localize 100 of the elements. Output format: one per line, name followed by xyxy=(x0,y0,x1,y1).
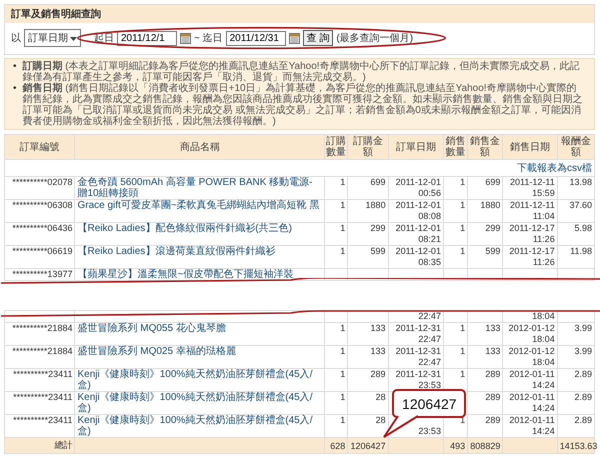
end-date-label: ~ 迄日 xyxy=(194,32,223,45)
order-number: **********21884 xyxy=(12,346,72,356)
sales-date: 2011-12-11 11:04 xyxy=(510,200,555,221)
order-number: **********23411 xyxy=(13,369,72,379)
sales-date: 2011-12-17 11:26 xyxy=(509,246,555,267)
bullet: • xyxy=(13,61,17,74)
commission-amount: 3.99 xyxy=(574,346,592,356)
sales-date: 18:04 xyxy=(532,311,555,321)
column-header: 報酬金額 xyxy=(557,134,594,160)
order-amount: 28 xyxy=(376,392,386,402)
query-hint: (最多查詢一個月) xyxy=(336,32,414,45)
sales-amount: 289 xyxy=(485,392,500,402)
order-date: 2011-12-31 22:47 xyxy=(396,346,441,367)
order-amount: 289 xyxy=(370,369,386,379)
sales-quantity: 1 xyxy=(460,346,466,356)
order-amount: 28 xyxy=(376,415,386,425)
column-header: 商品名稱 xyxy=(74,134,325,160)
note-text: 訂購日期 (本表之訂單明細記錄為客戶從您的推薦訊息連結至Yahoo!奇摩購物中心所下的訂單記錄，但尚未實際完成交易，此記錄僅為有訂單產生之參考，訂單可能因客戶「取消、退貨」而無法完成交易。) xyxy=(22,61,581,83)
order-date: 2011-12-31 22:47 xyxy=(396,323,441,344)
commission-amount: 2.89 xyxy=(574,369,592,379)
end-date-field[interactable]: 2011/12/31 xyxy=(226,30,286,46)
order-amount: 133 xyxy=(370,323,386,333)
order-quantity: 1 xyxy=(340,200,346,210)
order-date: 2011-12-31 23:53 xyxy=(396,369,441,390)
order-date: 22:47 xyxy=(418,311,441,321)
sales-amount: 289 xyxy=(485,415,500,425)
total-label: 總計 xyxy=(54,440,72,450)
sales-quantity: 1 xyxy=(460,200,466,210)
order-date: 2011-12-01 08:35 xyxy=(396,246,441,267)
start-date-field[interactable]: 2011/12/1 xyxy=(117,30,177,46)
column-header: 訂單編號 xyxy=(4,134,75,160)
order-quantity: 1 xyxy=(340,346,346,356)
sales-date: 2012-01-12 18:04 xyxy=(508,346,555,367)
order-quantity: 1 xyxy=(340,415,346,425)
total-order-amount: 1206427 xyxy=(350,440,386,450)
sales-date: 2012-01-12 18:04 xyxy=(508,323,555,344)
total-order-quantity: 628 xyxy=(330,440,346,450)
commission-amount: 5.98 xyxy=(574,223,592,233)
order-quantity: 1 xyxy=(340,246,346,256)
order-number: **********06436 xyxy=(12,223,72,233)
note-text: 銷售日期 (銷售日期記錄以「消費者收到發票日+10日」為計算基礎，為客戶從您的推薦訊息連結至Yahoo!奇摩購物中心實際的銷售紀錄，此為實際成交之銷售記錄，報酬為您因該商品推薦成功後實際可獲得之金額。如未顯示銷售數量、銷售金額與日期之訂單可能為「已取消訂單或退貨而尚未完成交易 或無法完成交易」之訂單；若銷售金額為0或未顯示報酬金額之訂單，可能因消費者使用購物金或福利金全額折抵，因此無法獲得報酬。) xyxy=(22,83,584,127)
order-amount: 299 xyxy=(370,223,386,233)
order-number: **********23411 xyxy=(13,415,72,425)
sales-amount: 133 xyxy=(485,323,500,333)
sales-date: 2012-01-11 14:24 xyxy=(509,392,555,413)
total-commission-amount: 14153.63 xyxy=(560,440,598,450)
date-type-select[interactable]: 訂單日期 xyxy=(24,29,81,47)
sales-quantity: 1 xyxy=(460,369,466,379)
sales-amount: 1880 xyxy=(480,200,500,210)
commission-amount: 2.89 xyxy=(574,415,592,425)
order-number: **********06308 xyxy=(12,200,72,210)
order-date: 2011-12-01 08:21 xyxy=(396,223,441,244)
order-quantity: 1 xyxy=(340,369,346,379)
calendar-icon[interactable] xyxy=(288,32,300,44)
order-amount: 699 xyxy=(370,177,386,187)
column-header: 銷售金額 xyxy=(468,134,503,160)
column-header: 訂購數量 xyxy=(324,134,348,160)
commission-amount: 11.98 xyxy=(570,246,592,256)
sales-date: 2012-01-11 14:24 xyxy=(509,415,555,436)
order-date: 2011-12-01 08:08 xyxy=(396,200,441,221)
total-sales-quantity: 493 xyxy=(450,440,466,450)
start-date-label: 起日 xyxy=(94,32,114,45)
sales-quantity: 1 xyxy=(460,246,466,256)
sales-quantity: 1 xyxy=(460,323,466,333)
commission-amount: 2.89 xyxy=(574,392,592,402)
sales-amount: 699 xyxy=(485,177,500,187)
order-quantity: 1 xyxy=(340,177,346,187)
order-amount: 1880 xyxy=(366,200,386,210)
column-header: 訂單日期 xyxy=(388,134,444,160)
search-button[interactable]: 查 詢 xyxy=(302,30,334,46)
calendar-icon[interactable] xyxy=(180,32,191,44)
sales-amount: 289 xyxy=(485,369,500,379)
order-quantity: 1 xyxy=(340,223,346,233)
caret-icon xyxy=(70,34,77,42)
sales-amount: 133 xyxy=(485,346,500,356)
column-header: 訂購金額 xyxy=(348,134,388,160)
bullet: • xyxy=(13,83,17,96)
sales-quantity: 1 xyxy=(460,223,466,233)
column-header: 銷售數量 xyxy=(443,134,468,160)
csv-download-link[interactable]: 下載報表為csv檔 xyxy=(517,163,592,174)
order-amount: 133 xyxy=(370,346,386,356)
sales-date: 2011-12-11 15:59 xyxy=(510,177,555,198)
sales-date: 2011-12-17 11:26 xyxy=(509,223,555,244)
order-number: **********23411 xyxy=(13,392,72,402)
order-number: **********21884 xyxy=(12,323,72,333)
sales-amount: 599 xyxy=(485,246,500,256)
order-quantity: 1 xyxy=(340,323,346,333)
order-number: **********13977 xyxy=(12,269,72,279)
commission-amount: 3.99 xyxy=(574,323,592,333)
sales-date: 2012-01-11 14:24 xyxy=(509,369,555,390)
panel-title: 訂單及銷售明細查詢 xyxy=(5,5,594,23)
sales-quantity: 1 xyxy=(460,177,466,187)
filter-label: 以 xyxy=(11,32,21,45)
order-number: **********02078 xyxy=(12,177,72,187)
order-date: 2011-12-01 00:56 xyxy=(396,177,441,198)
commission-amount: 37.60 xyxy=(569,200,592,210)
commission-amount: 13.98 xyxy=(569,177,592,187)
total-sales-amount: 808829 xyxy=(470,440,500,450)
order-number: **********06619 xyxy=(12,246,72,256)
order-amount: 599 xyxy=(370,246,386,256)
